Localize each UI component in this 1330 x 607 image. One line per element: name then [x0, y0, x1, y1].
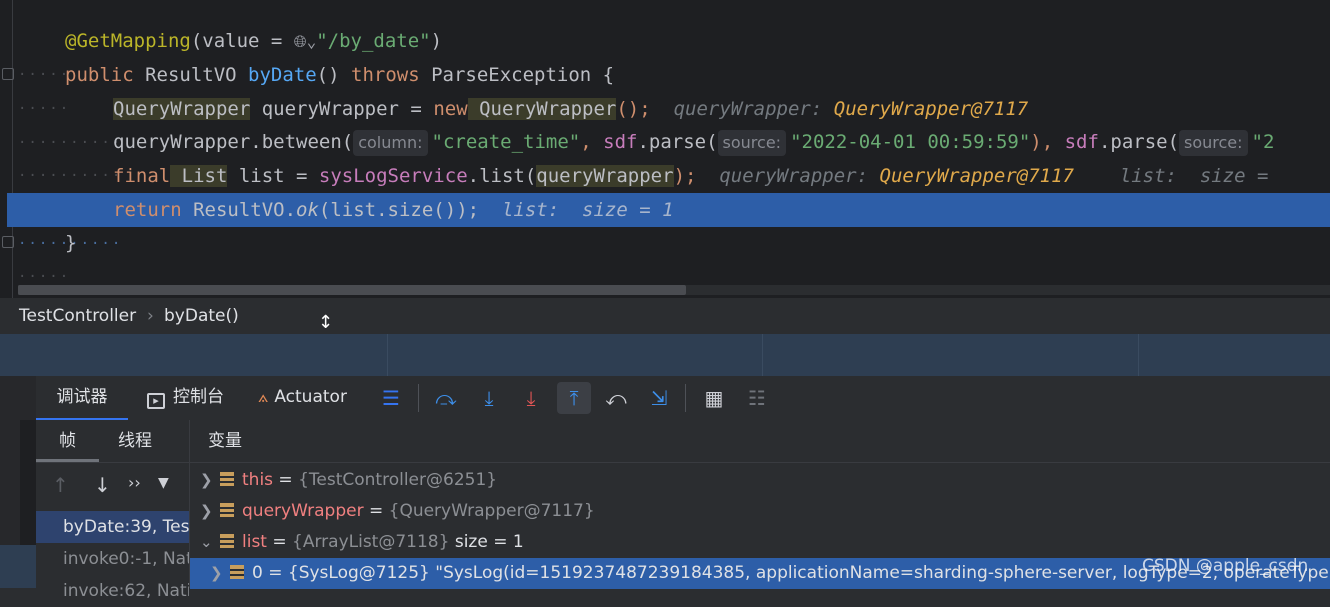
evaluate-expression-icon[interactable]: ▦ [697, 382, 731, 414]
globe-icon[interactable]: 🌐︎⌄ [294, 32, 316, 51]
tab-debugger[interactable]: 调试器 [36, 376, 128, 421]
breadcrumb-separator: › [147, 306, 154, 326]
step-out-icon[interactable]: ⤒ [557, 382, 591, 414]
code-line-1[interactable]: ····· @GetMapping(value = 🌐︎⌄"/by_date") [0, 24, 1330, 83]
tab-threads[interactable]: 线程 [118, 420, 152, 462]
tab-console[interactable]: ▸ 控制台 [147, 376, 224, 418]
console-icon: ▸ [147, 393, 165, 409]
param-hint-chip: column: [353, 130, 428, 156]
code-line-7[interactable]: ····· } [0, 226, 1330, 285]
variable-row-this[interactable]: ❯ this = {TestController@6251} [190, 465, 1330, 496]
field-icon [230, 565, 244, 579]
breadcrumb-method[interactable]: byDate() [164, 306, 239, 326]
frame-item[interactable]: byDate:39, TestC [36, 511, 189, 543]
breadcrumb-class[interactable]: TestController [19, 306, 136, 326]
field-icon [220, 472, 234, 486]
watermark: CSDN @apple_csdn [1142, 556, 1309, 576]
step-into-icon[interactable]: ⤓ [472, 382, 506, 414]
run-to-cursor-icon[interactable]: ⇲ [642, 382, 676, 414]
frame-item[interactable]: invoke0:-1, Nati [36, 543, 189, 575]
drop-frame-icon[interactable]: ⤺ [599, 382, 633, 414]
param-hint-chip: source: [1179, 130, 1248, 156]
breadcrumb: TestController › byDate() ↕ [0, 298, 1330, 334]
side-strip [0, 420, 36, 588]
actuator-icon: ⟑ [258, 387, 269, 407]
code-line-3[interactable]: ·········· QueryWrapper queryWrapper = n… [0, 92, 1330, 151]
expand-icon[interactable]: ❯ [200, 496, 220, 527]
collapse-icon[interactable]: ⌄ [200, 527, 220, 558]
expand-icon[interactable]: ❯ [210, 558, 230, 589]
more-icon[interactable]: ›› [128, 473, 141, 492]
code-line-5[interactable]: ·········· final List list = sysLogServi… [0, 159, 1330, 218]
resize-cursor-icon: ↕ [318, 312, 334, 333]
debug-toolbar: 调试器 ▸ 控制台 ⟑ Actuator ☰ ⤼ ⤓ ⤓ ⤒ ⤺ ⇲ ▦ ☷ [0, 376, 1330, 421]
code-editor[interactable]: ····· @GetMapping(value = 🌐︎⌄"/by_date")… [0, 0, 1330, 298]
code-line-4[interactable]: ·········· queryWrapper.between(column: "… [0, 125, 1330, 184]
filter-dropdown-icon[interactable]: ▼ [158, 475, 169, 491]
code-line-2[interactable]: ····· public ResultVO byDate() throws Pa… [0, 58, 1330, 117]
force-step-into-icon[interactable]: ⤓ [514, 382, 548, 414]
horizontal-scrollbar[interactable] [18, 285, 686, 295]
variable-row-list[interactable]: ⌄ list = {ArrayList@7118} size = 1 [190, 527, 1330, 558]
trace-icon[interactable]: ☷ [740, 382, 774, 414]
variable-row-querywrapper[interactable]: ❯ queryWrapper = {QueryWrapper@7117} [190, 496, 1330, 527]
frame-up-icon[interactable]: ↑ [52, 473, 69, 497]
tool-strip [0, 376, 36, 420]
field-icon [220, 534, 234, 548]
frame-item[interactable]: invoke:62, Nativ [36, 575, 189, 607]
expand-icon[interactable]: ❯ [200, 465, 220, 496]
frames-panel: 帧 线程 ↑ ↓ ›› ▼ byDate:39, TestC invoke0:-… [0, 420, 190, 601]
frames-menu-icon[interactable]: ☰ [374, 382, 408, 414]
field-icon [220, 503, 234, 517]
param-hint-chip: source: [717, 130, 787, 156]
tab-actuator[interactable]: ⟑ Actuator [258, 376, 347, 418]
variables-header: 变量 [208, 431, 242, 451]
tab-frames[interactable]: 帧 [36, 420, 99, 462]
step-over-icon[interactable]: ⤼ [429, 382, 463, 414]
panel-splitter[interactable] [0, 334, 1330, 376]
execution-line[interactable]: ·········· return ResultVO.ok(list.size(… [7, 193, 1330, 252]
frame-down-icon[interactable]: ↓ [94, 473, 111, 497]
